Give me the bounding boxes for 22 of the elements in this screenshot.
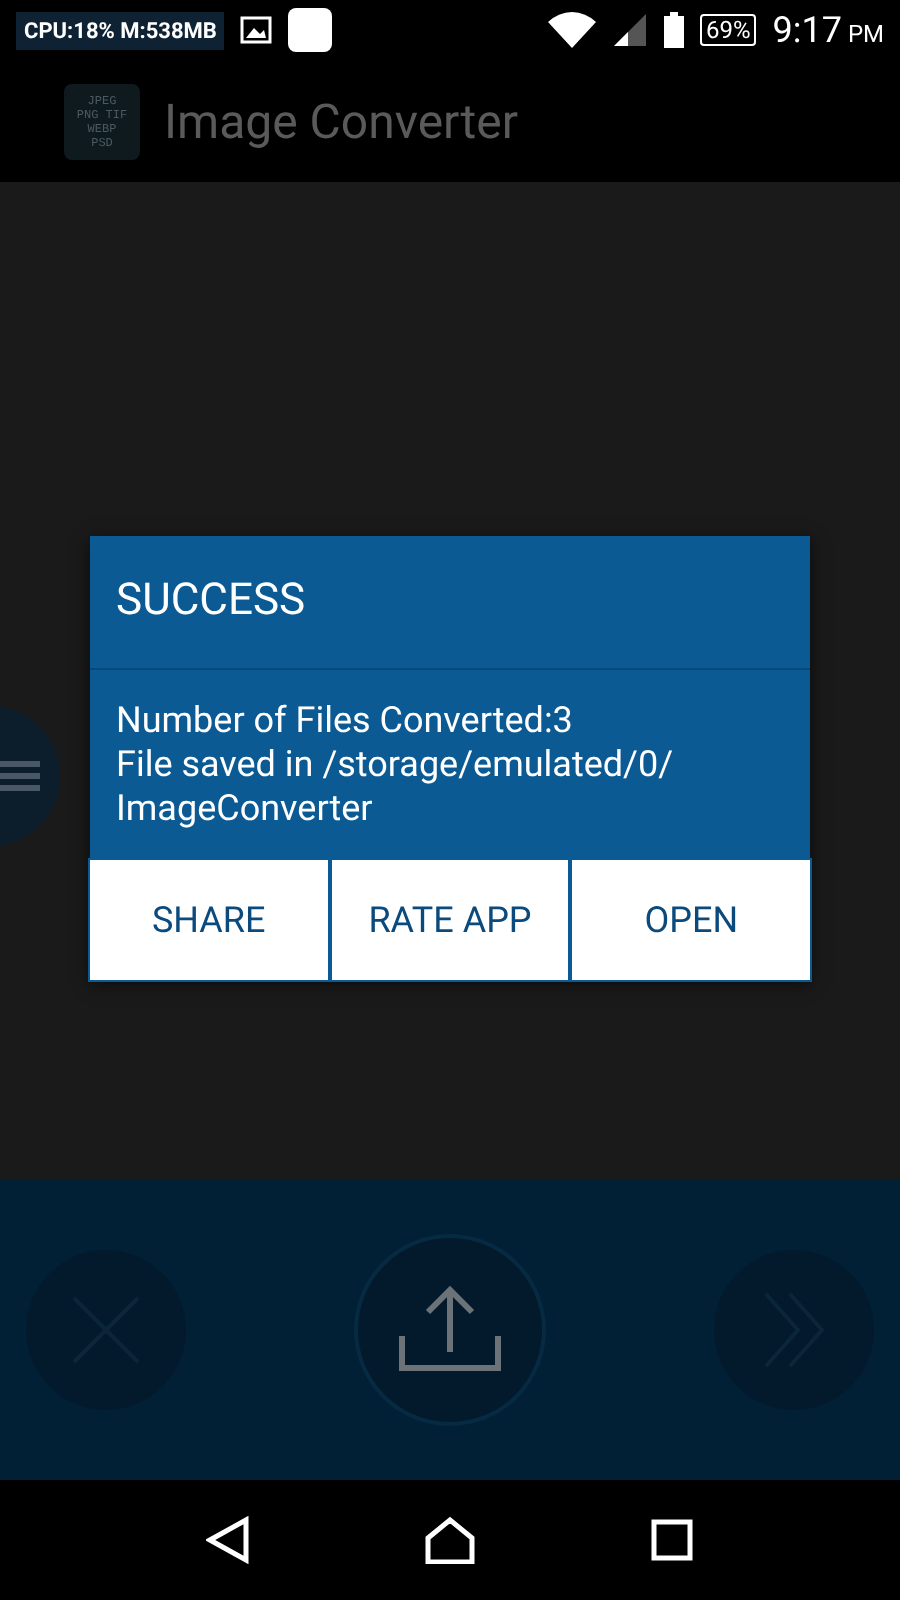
dialog-message: File saved in /storage/emulated/0/: [116, 744, 675, 788]
back-icon: [206, 1516, 251, 1564]
app-title: Image Converter: [164, 93, 518, 149]
image-icon: [240, 16, 273, 44]
system-stats: CPU:18% M:538MB: [16, 11, 225, 49]
notification-square-icon: [288, 8, 333, 52]
dialog-button[interactable]: OPEN: [572, 860, 811, 980]
signal-icon: [611, 12, 648, 48]
dialog-button[interactable]: SHARE: [90, 860, 328, 980]
battery-percentage: 69%: [699, 14, 757, 46]
clock-time: 9:17: [772, 9, 842, 51]
menu-icon: [0, 760, 40, 792]
home-icon: [423, 1516, 476, 1564]
clock-period: PM: [847, 19, 884, 47]
dialog-button[interactable]: RATE APP: [331, 860, 569, 980]
battery-icon: [663, 12, 684, 48]
dialog-message: ImageConverter: [116, 788, 375, 832]
square-icon: [649, 1518, 694, 1562]
upload-icon: [398, 1284, 502, 1376]
wifi-icon: [547, 12, 596, 48]
dialog-message: Number of Files Converted:3: [116, 700, 575, 744]
dialog-title: SUCCESS: [90, 536, 810, 670]
